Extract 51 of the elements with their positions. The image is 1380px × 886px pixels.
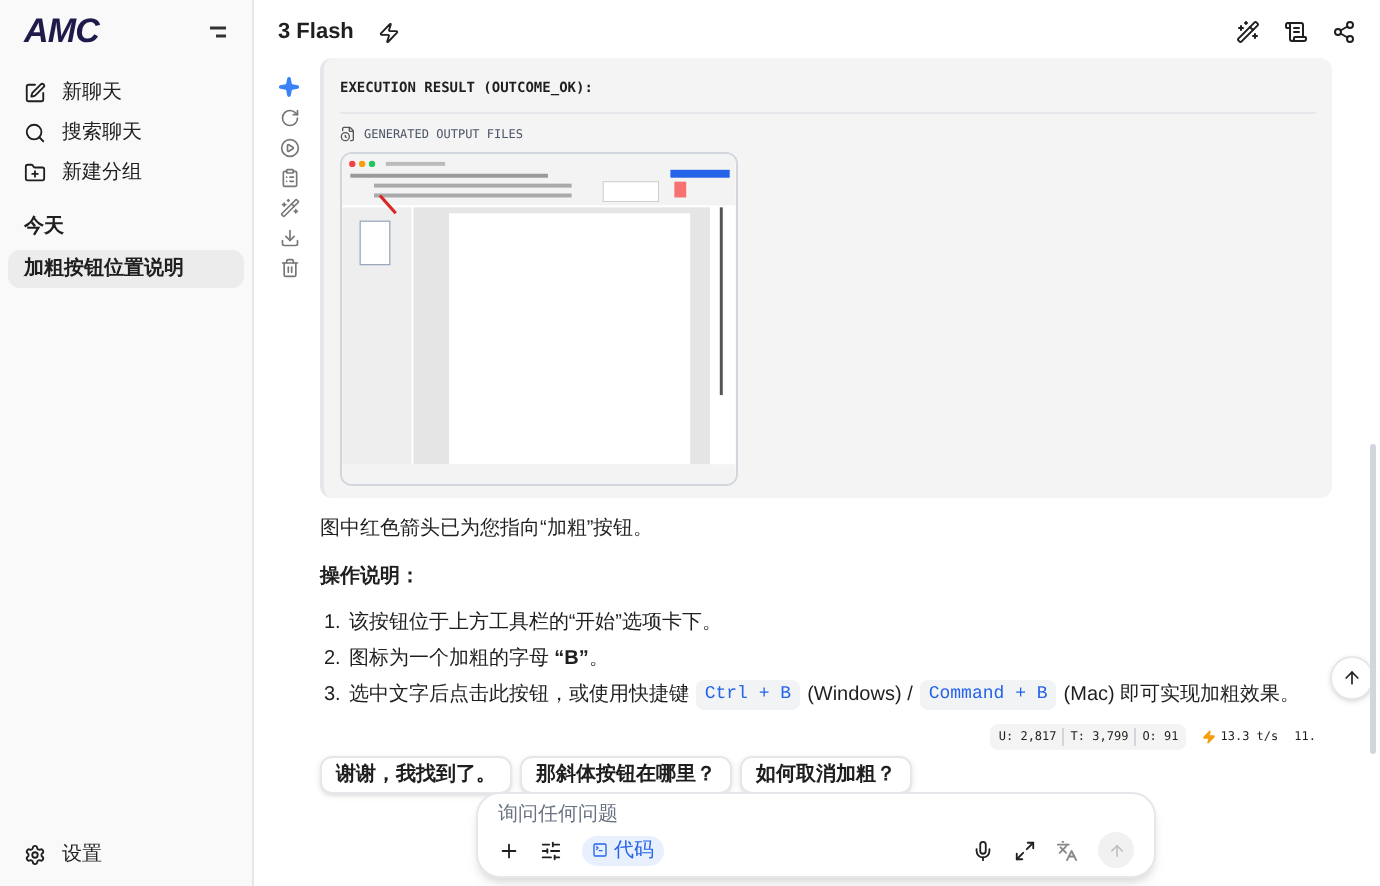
expand-icon[interactable] — [1014, 839, 1036, 861]
sidebar-action[interactable]: 新聊天 — [8, 72, 244, 112]
folder-plus-icon — [24, 161, 46, 183]
sidebar-toggle-icon[interactable] — [208, 24, 228, 40]
translate-icon[interactable] — [1056, 839, 1078, 861]
terminal-icon — [592, 842, 608, 858]
settings-icon — [24, 843, 46, 865]
step-text: 选中文字后点击此按钮，或使用快捷键 — [348, 681, 689, 710]
step-number: 3. — [324, 681, 341, 710]
share-icon[interactable] — [1332, 20, 1356, 44]
shortcut-code: Command + B — [920, 679, 1056, 710]
arrow-up-icon — [1342, 668, 1362, 688]
microphone-icon[interactable] — [972, 839, 994, 861]
lightning-icon — [1202, 730, 1217, 744]
sliders-icon[interactable] — [540, 839, 562, 861]
step-number: 1. — [324, 609, 341, 637]
code-tool-chip[interactable]: 代码 — [582, 835, 664, 865]
model-name[interactable]: 3 Flash — [278, 15, 354, 49]
file-icon — [340, 126, 356, 142]
instructions-heading: 操作说明： — [320, 563, 422, 591]
shortcut-code: Ctrl + B — [696, 679, 800, 710]
section-label: 今天 — [22, 213, 66, 242]
scroll-icon[interactable] — [1284, 20, 1308, 44]
step-text: (Windows) / — [807, 681, 913, 710]
conversation-item[interactable]: 加粗按钮位置说明 — [8, 250, 244, 288]
sidebar-action[interactable]: 新建分组 — [8, 152, 244, 192]
play-icon[interactable] — [279, 138, 299, 158]
logo: AMC — [24, 10, 99, 55]
settings-button[interactable]: 设置 — [8, 834, 244, 874]
sidebar-action[interactable]: 搜索聊天 — [8, 112, 244, 152]
answer-text: 图中红色箭头已为您指向“加粗”按钮。 — [320, 515, 656, 543]
plus-icon[interactable] — [498, 839, 520, 861]
message-input-field[interactable]: 询问任何问题 代码 — [476, 792, 1156, 878]
clipboard-icon[interactable] — [279, 168, 299, 188]
trash-icon[interactable] — [279, 258, 299, 278]
arrow-up-icon — [1107, 841, 1125, 859]
step-number: 2. — [324, 645, 341, 673]
lightning-icon[interactable] — [377, 21, 400, 43]
suggestion-chip[interactable]: 如何取消加粗？ — [740, 756, 912, 794]
suggestion-chip[interactable]: 谢谢，我找到了。 — [320, 756, 512, 794]
download-icon[interactable] — [279, 228, 299, 248]
sparkle-icon — [278, 76, 300, 98]
search-icon — [24, 121, 46, 143]
step-text: 该按钮位于上方工具栏的“开始”选项卡下。 — [348, 609, 723, 637]
step-text: (Mac) 即可实现加粗效果。 — [1063, 681, 1301, 710]
scroll-to-top-button[interactable] — [1330, 656, 1374, 700]
step-text: 图标为一个加粗的字母 “B”。 — [348, 645, 609, 673]
wand-icon[interactable] — [1236, 20, 1260, 44]
suggestion-chip[interactable]: 那斜体按钮在哪里？ — [520, 756, 732, 794]
refresh-icon[interactable] — [279, 108, 299, 128]
compose-icon — [24, 81, 46, 103]
